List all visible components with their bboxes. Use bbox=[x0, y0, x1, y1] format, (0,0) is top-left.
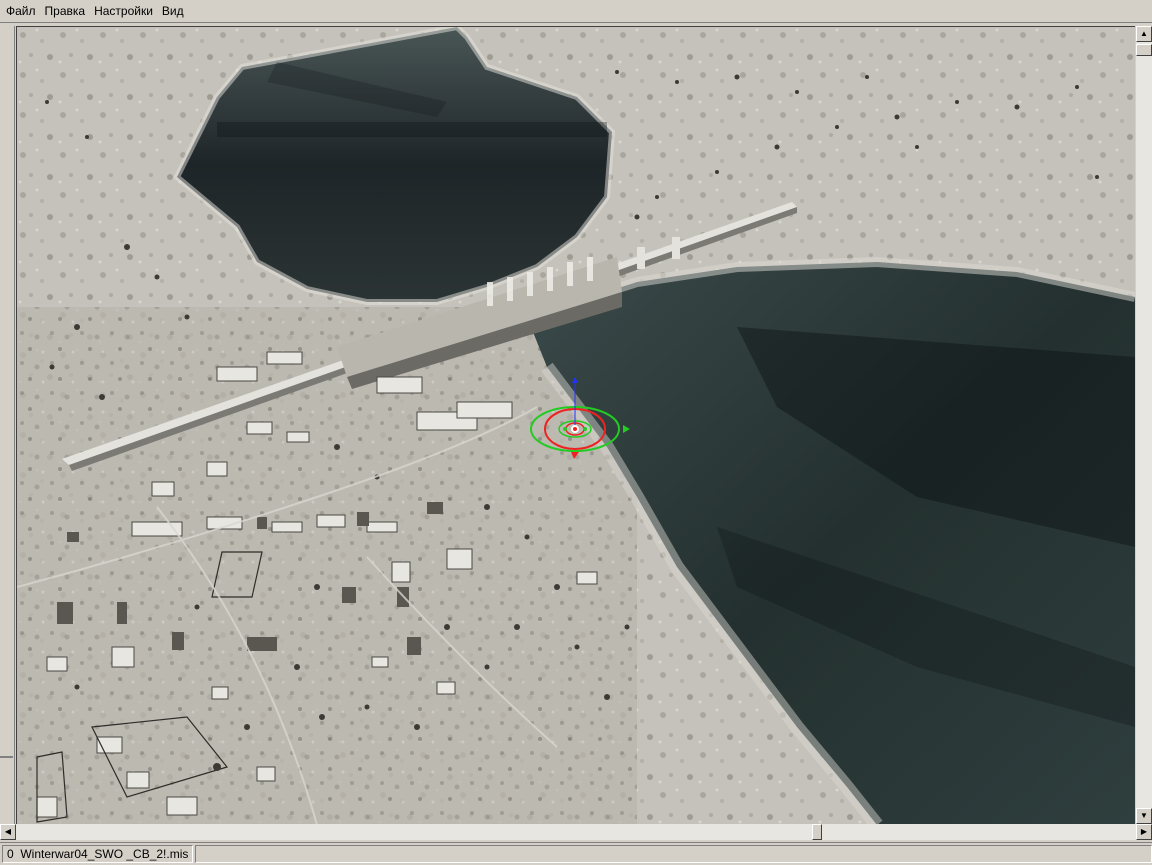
status-bar: 0 Winterwar04_SWO _CB_2!.mis bbox=[0, 842, 1152, 865]
menu-view[interactable]: Вид bbox=[159, 0, 187, 22]
gutter-marker bbox=[0, 756, 13, 758]
terrain-scene[interactable] bbox=[17, 27, 1135, 825]
viewport-frame: ▲ ▼ bbox=[0, 23, 1152, 825]
status-mission-file: 0 Winterwar04_SWO _CB_2!.mis bbox=[2, 845, 194, 863]
map-3d-viewport[interactable] bbox=[16, 26, 1135, 825]
left-gutter bbox=[0, 26, 15, 824]
vertical-scrollbar[interactable]: ▲ ▼ bbox=[1136, 26, 1152, 824]
menu-bar: Файл Правка Настройки Вид bbox=[0, 0, 1152, 23]
scroll-down-icon[interactable]: ▼ bbox=[1136, 808, 1152, 824]
scroll-up-icon[interactable]: ▲ bbox=[1136, 26, 1152, 42]
vertical-scroll-thumb[interactable] bbox=[1136, 44, 1152, 56]
scroll-right-icon[interactable]: ▶ bbox=[1136, 824, 1152, 840]
horizontal-scroll-thumb[interactable] bbox=[812, 824, 822, 840]
menu-file[interactable]: Файл bbox=[3, 0, 39, 22]
horizontal-scrollbar[interactable]: ◀ ▶ bbox=[0, 824, 1152, 840]
scroll-left-icon[interactable]: ◀ bbox=[0, 824, 16, 840]
menu-edit[interactable]: Правка bbox=[42, 0, 89, 22]
status-pane-empty bbox=[195, 845, 1152, 863]
menu-settings[interactable]: Настройки bbox=[91, 0, 156, 22]
